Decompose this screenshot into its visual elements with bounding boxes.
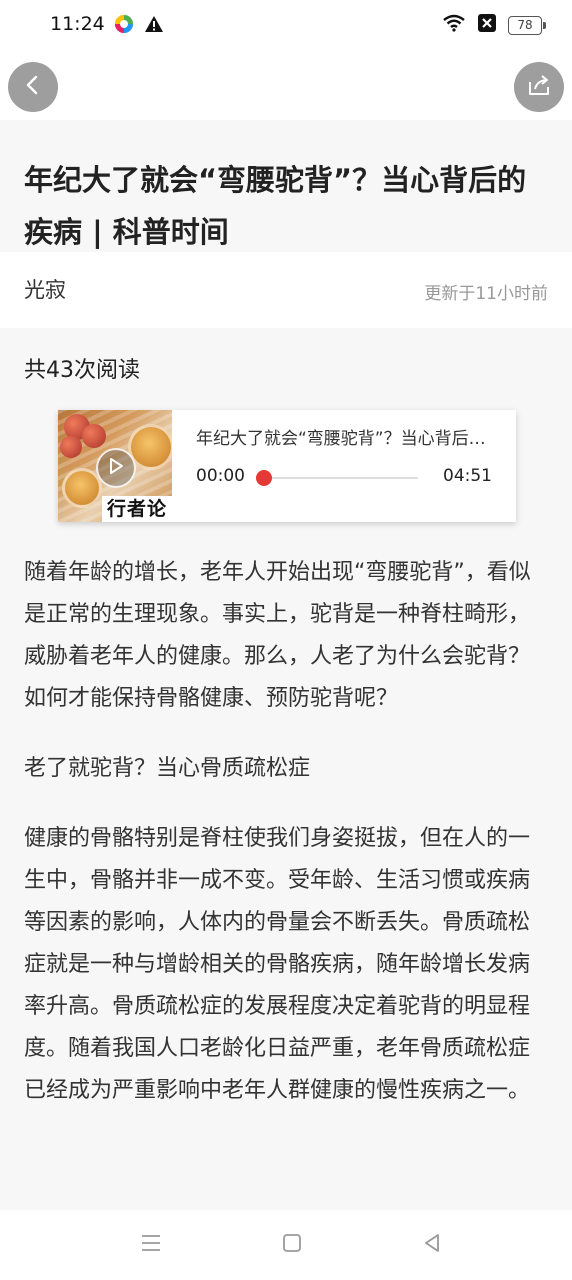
status-bar: 11:24 78 [0, 0, 572, 52]
menu-icon[interactable] [140, 1232, 162, 1258]
article-title: 年纪大了就会“弯腰驼背”？当心背后的疾病 | 科普时间 [24, 163, 527, 249]
current-time: 00:00 [196, 466, 245, 486]
top-nav [0, 52, 572, 120]
play-icon [108, 457, 124, 479]
article-content: 年纪大了就会“弯腰驼背”？当心背后的疾病 | 科普时间 光寂 更新于11小时前 … [0, 120, 572, 1210]
section-heading: 老了就驼背？当心骨质疏松症 [24, 756, 311, 781]
author-name[interactable]: 光寂 [24, 274, 66, 304]
updated-time: 更新于11小时前 [424, 284, 548, 304]
status-time: 11:24 [50, 13, 105, 35]
share-icon [526, 72, 552, 102]
share-button[interactable] [514, 62, 564, 112]
back-button[interactable] [8, 62, 58, 112]
battery-icon: 78 [508, 15, 546, 35]
audio-title: 年纪大了就会“弯腰驼背”？当心背后的疾病 | 科普时间 [196, 429, 496, 449]
paragraph: 随着年龄的增长，老年人开始出现“弯腰驼背”，看似是正常的生理现象。事实上，驼背是… [24, 560, 531, 711]
paragraph: 健康的骨骼特别是脊柱使我们身姿挺拔，但在人的一生中，骨骼并非一成不变。受年龄、生… [24, 826, 531, 1103]
read-count: 共43次阅读 [24, 358, 140, 383]
total-time: 04:51 [443, 466, 492, 486]
app-notification-icon [114, 14, 134, 38]
home-square-icon[interactable] [281, 1232, 303, 1258]
audio-thumbnail: 行者论 [58, 410, 172, 522]
article-body: 随着年龄的增长，老年人开始出现“弯腰驼背”，看似是正常的生理现象。事实上，驼背是… [24, 552, 544, 1140]
thumbnail-caption: 行者论 [102, 496, 172, 522]
system-nav-bar [0, 1210, 572, 1280]
wifi-icon [442, 14, 466, 36]
chevron-left-icon [22, 74, 44, 100]
progress-track[interactable] [256, 470, 418, 486]
warning-icon [144, 14, 164, 38]
article-meta: 光寂 更新于11小时前 [0, 252, 572, 328]
play-button[interactable] [96, 448, 136, 488]
back-triangle-icon[interactable] [421, 1232, 443, 1258]
audio-player[interactable]: 行者论 年纪大了就会“弯腰驼背”？当心背后的疾病 | 科普时间 00:00 04… [58, 410, 516, 522]
progress-handle[interactable] [256, 470, 272, 486]
close-box-icon [478, 14, 496, 36]
